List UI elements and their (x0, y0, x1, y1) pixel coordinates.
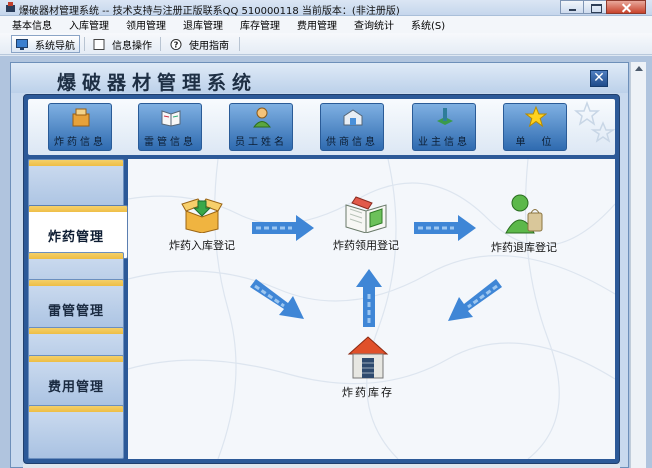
arrow-right-icon (414, 215, 476, 241)
nav-tab-cost-management[interactable]: 费用管理 (28, 355, 124, 409)
inbound-registration-node[interactable]: 炸药入库登记 (162, 195, 242, 253)
menu-bar: 基本信息 入库管理 领用管理 退库管理 库存管理 费用管理 查询统计 系统(S) (0, 16, 652, 33)
owner-info-label: 业主信息 (418, 137, 470, 148)
unit-button[interactable]: 单 位 (503, 103, 567, 151)
scroll-up-arrow-icon[interactable] (635, 66, 643, 71)
maximize-button[interactable] (583, 0, 607, 14)
monitor-icon (16, 38, 28, 50)
toolbar-separator (239, 37, 240, 51)
explosive-info-icon (72, 108, 90, 127)
menu-return[interactable]: 退库管理 (183, 17, 223, 32)
stock-node[interactable]: 炸药库存 (333, 334, 403, 400)
stock-label: 炸药库存 (342, 386, 394, 399)
system-nav-label: 系统导航 (35, 40, 75, 52)
left-nav: 炸药管理 雷管管理 费用管理 (28, 159, 128, 459)
employee-name-label: 员工姓名 (235, 137, 287, 148)
child-window-title: 爆破器材管理系统 (57, 72, 258, 94)
unit-label: 单 位 (515, 137, 555, 148)
nav-tab-blank-4[interactable] (28, 405, 124, 459)
title-bar: 爆破器材管理系统 -- 技术支持与注册正版联系QQ 510000118 当前版本… (0, 0, 652, 17)
toolbar-separator (84, 37, 85, 51)
warehouse-icon (347, 336, 389, 379)
svg-text:?: ? (174, 39, 179, 49)
toolbar: 系统导航 信息操作 ? 使用指南 (0, 33, 652, 55)
arrow-down-right-icon (250, 279, 304, 319)
arrow-right-icon (252, 215, 314, 241)
mdi-area: 爆破器材管理系统 ✕ 炸药信息 雷管信息 员工姓名 供商信息 业主信息 单 位 … (0, 56, 652, 468)
user-with-bag-icon (505, 194, 543, 234)
menu-query[interactable]: 查询统计 (354, 17, 394, 32)
nav-tab-label: 雷管管理 (47, 304, 104, 319)
checkbox-icon (93, 38, 105, 50)
issue-registration-node[interactable]: 炸药领用登记 (324, 195, 408, 253)
book-icon (345, 196, 387, 233)
close-button[interactable] (606, 0, 646, 14)
explosive-info-label: 炸药信息 (54, 137, 106, 148)
menu-stock[interactable]: 库存管理 (240, 17, 280, 32)
menu-inbound[interactable]: 入库管理 (69, 17, 109, 32)
child-window-header: 爆破器材管理系统 ✕ (11, 63, 628, 94)
supplier-info-button[interactable]: 供商信息 (320, 103, 384, 151)
user-guide-button[interactable]: ? 使用指南 (166, 35, 233, 53)
bottom-strip (23, 464, 620, 468)
explosive-info-button[interactable]: 炸药信息 (48, 103, 112, 151)
nav-tab-label (29, 160, 123, 210)
detonator-book-icon (161, 110, 181, 127)
detonator-info-label: 雷管信息 (144, 137, 196, 148)
menu-cost[interactable]: 费用管理 (297, 17, 337, 32)
user-guide-label: 使用指南 (189, 40, 229, 52)
help-icon: ? (170, 38, 182, 50)
detonator-info-button[interactable]: 雷管信息 (138, 103, 202, 151)
nav-tab-explosive-management[interactable]: 炸药管理 (28, 205, 128, 259)
toolbar-separator (160, 37, 161, 51)
info-ops-label: 信息操作 (112, 40, 152, 52)
arrow-up-icon (356, 269, 382, 327)
menu-basic-info[interactable]: 基本信息 (12, 17, 52, 32)
window-title: 爆破器材管理系统 -- 技术支持与注册正版联系QQ 510000118 当前版本… (19, 6, 400, 17)
quick-access-bar: 炸药信息 雷管信息 员工姓名 供商信息 业主信息 单 位 (28, 99, 615, 155)
window-controls (560, 0, 646, 14)
minimize-button[interactable] (560, 0, 584, 14)
supplier-icon (343, 109, 363, 126)
issue-registration-label: 炸药领用登记 (333, 239, 399, 252)
nav-tab-label: 炸药管理 (47, 230, 104, 245)
app-icon (6, 2, 15, 12)
workflow-area: 炸药入库登记 炸药领用登记 炸药退库登记 炸药库存 (128, 159, 615, 459)
inbound-registration-label: 炸药入库登记 (169, 239, 235, 252)
owner-icon (437, 108, 453, 125)
nav-tab-label: 费用管理 (47, 380, 104, 395)
system-nav-button[interactable]: 系统导航 (11, 35, 80, 53)
nav-tab-detonator-management[interactable]: 雷管管理 (28, 279, 124, 333)
employee-icon (253, 107, 271, 128)
employee-name-button[interactable]: 员工姓名 (229, 103, 293, 151)
child-close-button[interactable]: ✕ (590, 70, 608, 87)
main-panel: 炸药信息 雷管信息 员工姓名 供商信息 业主信息 单 位 炸药管理 雷管管理 费… (23, 94, 620, 464)
owner-info-button[interactable]: 业主信息 (412, 103, 476, 151)
menu-issue[interactable]: 领用管理 (126, 17, 166, 32)
vertical-scrollbar[interactable] (630, 62, 646, 468)
open-box-icon (181, 198, 223, 233)
arrow-down-left-icon (448, 279, 502, 321)
supplier-info-label: 供商信息 (326, 137, 378, 148)
menu-system[interactable]: 系统(S) (411, 17, 445, 32)
return-registration-label: 炸药退库登记 (491, 241, 557, 254)
info-ops-button[interactable]: 信息操作 (89, 35, 156, 53)
star-icon (525, 106, 547, 128)
return-registration-node[interactable]: 炸药退库登记 (479, 193, 569, 255)
